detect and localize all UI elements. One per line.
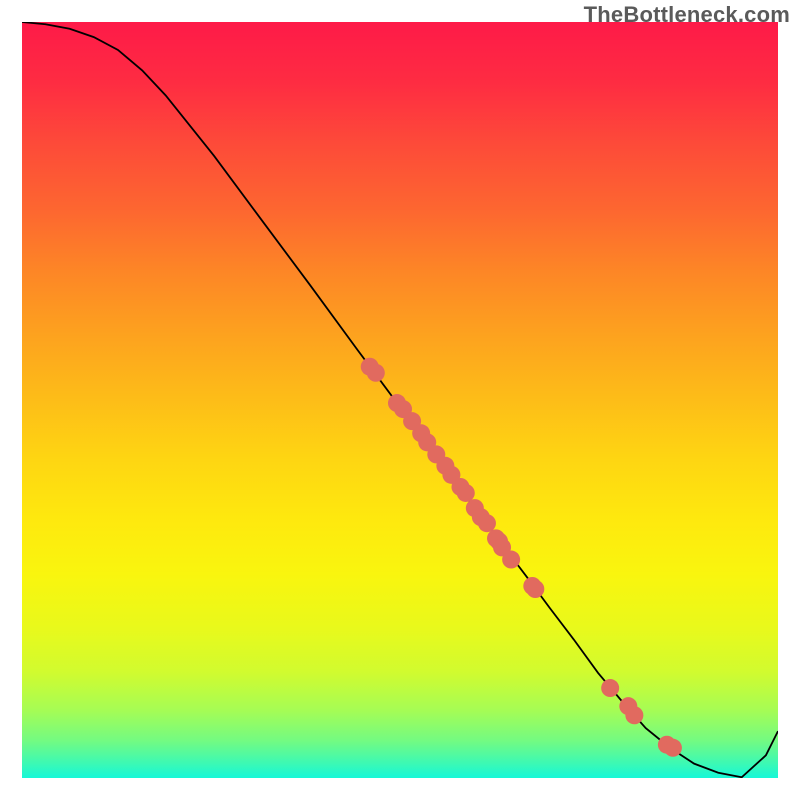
- data-point: [664, 739, 682, 757]
- data-point: [478, 514, 496, 532]
- data-point: [487, 529, 505, 547]
- data-point: [412, 424, 430, 442]
- data-point: [472, 508, 490, 526]
- chart-area: [22, 22, 778, 778]
- data-point: [388, 394, 406, 412]
- data-point: [361, 358, 379, 376]
- data-point-group: [361, 358, 682, 757]
- data-point: [658, 736, 676, 754]
- data-point: [526, 580, 544, 598]
- bottleneck-curve: [22, 22, 778, 777]
- data-point: [427, 445, 445, 463]
- data-point: [457, 484, 475, 502]
- data-point: [502, 551, 520, 569]
- data-point: [367, 364, 385, 382]
- data-point: [442, 466, 460, 484]
- data-point: [403, 412, 421, 430]
- watermark: TheBottleneck.com: [584, 2, 790, 28]
- chart-overlay: [22, 22, 778, 778]
- data-point: [418, 433, 436, 451]
- data-point: [625, 706, 643, 724]
- data-point: [619, 697, 637, 715]
- data-point: [493, 538, 511, 556]
- data-point: [451, 478, 469, 496]
- data-point: [523, 577, 541, 595]
- data-point: [601, 679, 619, 697]
- data-point: [490, 532, 508, 550]
- data-point: [466, 499, 484, 517]
- data-point: [436, 457, 454, 475]
- data-point: [394, 400, 412, 418]
